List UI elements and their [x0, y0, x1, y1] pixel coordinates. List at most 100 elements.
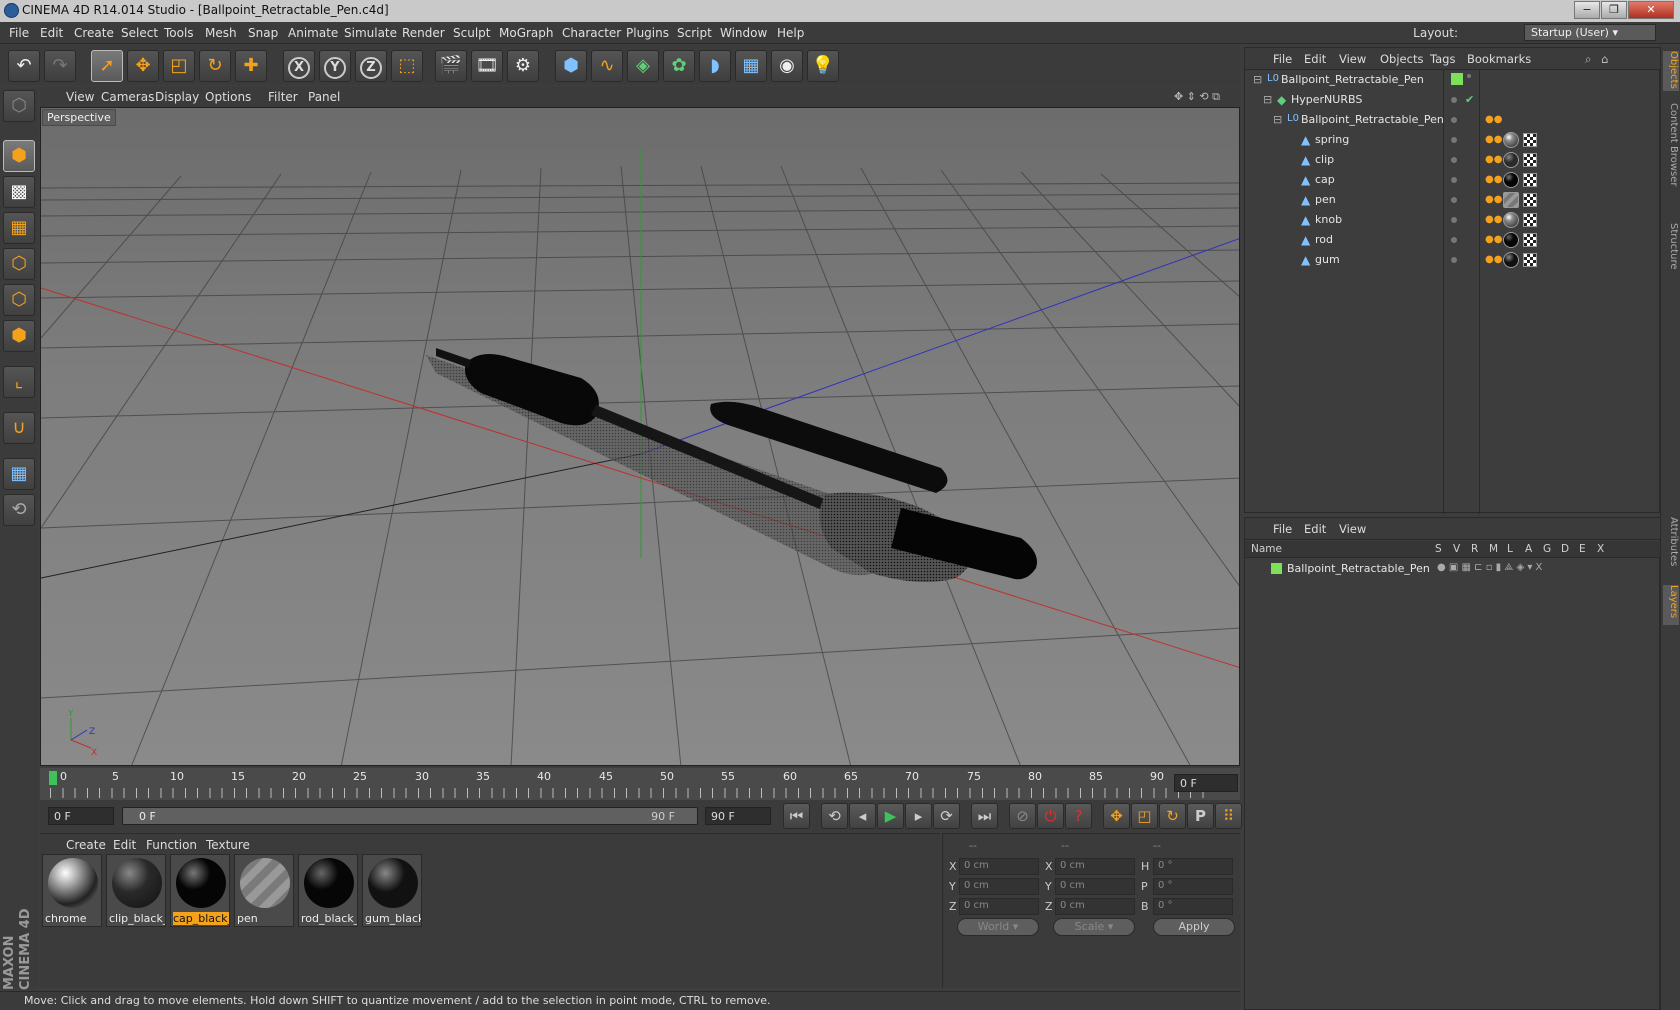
visibility-dot[interactable]	[1451, 197, 1457, 203]
camera-icon[interactable]: ◉	[771, 50, 803, 82]
material-tag-icon[interactable]	[1503, 252, 1519, 268]
planar-workplane-icon[interactable]: ⟲	[3, 494, 35, 526]
viewport-menu-view[interactable]: View	[66, 90, 94, 104]
phong-tag-icon[interactable]: ●●	[1485, 114, 1502, 125]
minimize-button[interactable]: −	[1574, 1, 1600, 19]
visibility-dot[interactable]	[1451, 177, 1457, 183]
visibility-dot[interactable]	[1451, 257, 1457, 263]
menu-render[interactable]: Render	[402, 26, 445, 40]
material-gum-black[interactable]: gum_black	[362, 854, 422, 927]
light-icon[interactable]: 💡	[807, 50, 839, 82]
material-menu-texture[interactable]: Texture	[206, 838, 250, 852]
position-y-field[interactable]: 0 cm	[959, 878, 1039, 895]
edges-mode-icon[interactable]: ⬡	[3, 284, 35, 316]
size-y-field[interactable]: 0 cm	[1055, 878, 1135, 895]
phong-tag-icon[interactable]: ●●	[1485, 254, 1502, 265]
menu-character[interactable]: Character	[562, 26, 621, 40]
objects-menu-edit[interactable]: Edit	[1304, 52, 1326, 66]
phong-tag-icon[interactable]: ●●	[1485, 214, 1502, 225]
home-icon[interactable]: ⌂	[1601, 52, 1608, 66]
tab-attributes[interactable]: Attributes	[1663, 517, 1679, 577]
phong-tag-icon[interactable]: ●●	[1485, 194, 1502, 205]
menu-snap[interactable]: Snap	[248, 26, 278, 40]
object-row[interactable]: ▲ knob ●●	[1245, 210, 1661, 230]
layout-select[interactable]: Startup (User) ▾	[1524, 24, 1656, 41]
viewport-navigation-icon[interactable]: ✥ ⇕ ⟲ ⧉	[1174, 90, 1220, 104]
timeline-ruler[interactable]: 0 5 10 15 20 25 30 35 40 45 50 55 60 65 …	[40, 768, 1240, 800]
deformer-icon[interactable]: ◗	[699, 50, 731, 82]
rotate-icon[interactable]: ↻	[199, 50, 231, 82]
material-pen[interactable]: pen	[234, 854, 294, 927]
visibility-dot[interactable]	[1451, 97, 1457, 103]
viewport-menu-filter[interactable]: Filter	[268, 90, 298, 104]
coordinate-system-icon[interactable]: ⬚	[391, 50, 423, 82]
object-row[interactable]: ▲ clip ●●	[1245, 150, 1661, 170]
layers-menu-view[interactable]: View	[1339, 522, 1366, 536]
rotation-b-field[interactable]: 0 °	[1153, 898, 1233, 915]
start-frame-field[interactable]: 0 F	[48, 807, 114, 825]
menu-plugins[interactable]: Plugins	[626, 26, 669, 40]
layer-col-s[interactable]: S	[1435, 543, 1442, 555]
render-picture-viewer-icon[interactable]: 🎞	[471, 50, 503, 82]
menu-create[interactable]: Create	[74, 26, 114, 40]
array-icon[interactable]: ✿	[663, 50, 695, 82]
layer-col-x[interactable]: X	[1597, 543, 1604, 555]
layer-col-r[interactable]: R	[1471, 543, 1478, 555]
tab-layers[interactable]: Layers	[1663, 585, 1679, 625]
timeline-playhead[interactable]	[49, 771, 57, 785]
live-selection-icon[interactable]: ➚	[91, 50, 123, 82]
z-axis-icon[interactable]: Z	[355, 50, 387, 82]
world-select[interactable]: World ▾	[957, 918, 1039, 936]
uvw-tag-icon[interactable]	[1523, 173, 1537, 187]
phong-tag-icon[interactable]: ●●	[1485, 154, 1502, 165]
visibility-dot[interactable]	[1451, 237, 1457, 243]
position-z-field[interactable]: 0 cm	[959, 898, 1039, 915]
layers-menu-file[interactable]: File	[1273, 522, 1292, 536]
objects-menu-bookmarks[interactable]: Bookmarks	[1467, 52, 1531, 66]
spline-icon[interactable]: ∿	[591, 50, 623, 82]
close-button[interactable]: ✕	[1628, 1, 1674, 19]
layer-col-v[interactable]: V	[1453, 543, 1460, 555]
material-chrome[interactable]: chrome	[42, 854, 102, 927]
menu-select[interactable]: Select	[121, 26, 158, 40]
uvw-tag-icon[interactable]	[1523, 133, 1537, 147]
object-row[interactable]: ▲ rod ●●	[1245, 230, 1661, 250]
objects-menu-view[interactable]: View	[1339, 52, 1366, 66]
material-menu-create[interactable]: Create	[66, 838, 106, 852]
size-x-field[interactable]: 0 cm	[1055, 858, 1135, 875]
tab-content-browser[interactable]: Content Browser	[1663, 103, 1679, 213]
snapping-icon[interactable]: ∪	[3, 412, 35, 444]
keyframe-selection-icon[interactable]: ?	[1065, 803, 1092, 829]
material-tag-icon[interactable]	[1503, 132, 1519, 148]
workplane-icon[interactable]: ▦	[3, 212, 35, 244]
viewport-menu-options[interactable]: Options	[205, 90, 251, 104]
scale-icon[interactable]: ◰	[163, 50, 195, 82]
param-key-icon[interactable]: P	[1187, 803, 1214, 829]
layer-col-m[interactable]: M	[1489, 543, 1498, 555]
material-rod-black[interactable]: rod_black_	[298, 854, 358, 927]
object-row[interactable]: ▲ gum ●●	[1245, 250, 1661, 270]
floor-icon[interactable]: ▦	[735, 50, 767, 82]
edit-render-settings-icon[interactable]: ⚙	[507, 50, 539, 82]
objects-menu-file[interactable]: File	[1273, 52, 1292, 66]
material-tag-icon[interactable]	[1503, 192, 1519, 208]
viewport-menu-display[interactable]: Display	[155, 90, 199, 104]
visibility-dot[interactable]	[1451, 157, 1457, 163]
menu-mesh[interactable]: Mesh	[205, 26, 237, 40]
layer-flag-icons[interactable]: ● ▣ ▦ ⊏ ▫ ▮ ⟁ ◈ ▾ X	[1437, 562, 1542, 573]
material-tag-icon[interactable]	[1503, 212, 1519, 228]
object-row[interactable]: ▲ pen ●●	[1245, 190, 1661, 210]
enabled-check-icon[interactable]: ✔	[1465, 93, 1474, 106]
menu-simulate[interactable]: Simulate	[344, 26, 397, 40]
position-x-field[interactable]: 0 cm	[959, 858, 1039, 875]
material-tag-icon[interactable]	[1503, 152, 1519, 168]
object-row[interactable]: ▲ spring ●●	[1245, 130, 1661, 150]
material-menu-function[interactable]: Function	[146, 838, 197, 852]
layer-color-swatch[interactable]	[1271, 563, 1282, 574]
phong-tag-icon[interactable]: ●●	[1485, 174, 1502, 185]
material-tag-icon[interactable]	[1503, 232, 1519, 248]
material-clip-black[interactable]: clip_black_	[106, 854, 166, 927]
menu-window[interactable]: Window	[720, 26, 767, 40]
redo-icon[interactable]: ↷	[44, 50, 76, 82]
scale-select[interactable]: Scale ▾	[1053, 918, 1135, 936]
